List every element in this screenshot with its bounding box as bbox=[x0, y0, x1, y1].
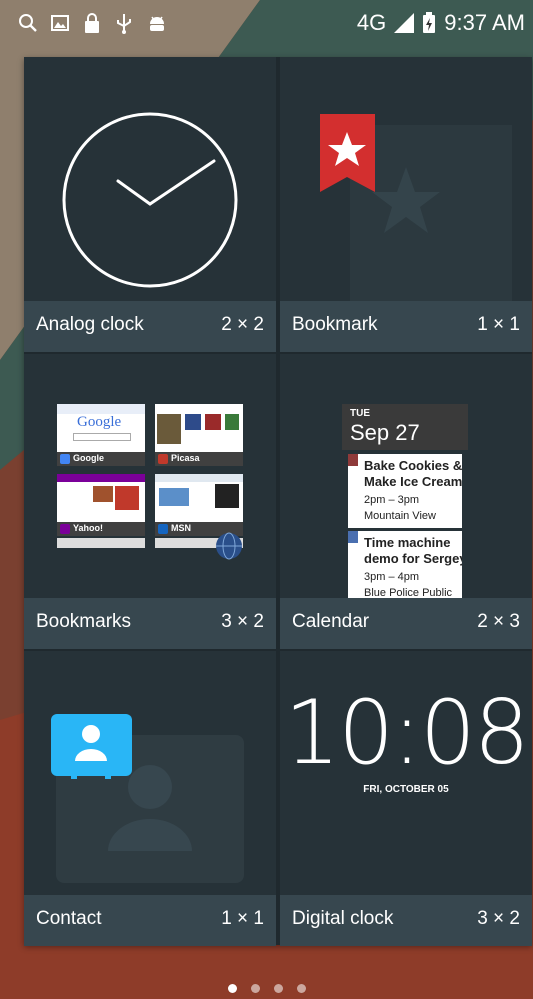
event-title: Time machine bbox=[364, 535, 451, 550]
calendar-card: TUE Sep 27 Bake Cookies & Make Ice Cream… bbox=[342, 404, 468, 598]
widget-footer: Analog clock 2 × 2 bbox=[24, 301, 276, 352]
widget-size: 2 × 3 bbox=[477, 611, 520, 632]
widget-digital-clock[interactable]: 10:08 FRI, OCTOBER 05 Digital clock 3 × … bbox=[280, 651, 532, 946]
widget-footer: Bookmark 1 × 1 bbox=[280, 301, 532, 352]
calendar-event: Time machine demo for Sergey 3pm – 4pm B… bbox=[348, 531, 462, 598]
widget-bookmark[interactable]: Bookmark 1 × 1 bbox=[280, 57, 532, 352]
widget-size: 3 × 2 bbox=[221, 611, 264, 632]
search-icon bbox=[19, 14, 37, 32]
row-divider bbox=[24, 352, 532, 354]
widget-name: Digital clock bbox=[292, 908, 394, 929]
bookmark-label: Picasa bbox=[171, 453, 200, 463]
widget-size: 1 × 1 bbox=[477, 314, 520, 335]
digital-clock-preview: 10:08 FRI, OCTOBER 05 bbox=[280, 651, 532, 895]
android-icon bbox=[150, 16, 164, 31]
widget-name: Analog clock bbox=[36, 314, 144, 335]
network-type: 4G bbox=[356, 10, 387, 35]
event-title: Make Ice Cream bbox=[364, 474, 462, 489]
widget-analog-clock[interactable]: Analog clock 2 × 2 bbox=[24, 57, 276, 352]
widget-name: Bookmark bbox=[292, 314, 378, 335]
calendar-header: TUE Sep 27 bbox=[342, 404, 468, 450]
row-divider bbox=[24, 649, 532, 651]
google-logo: Google bbox=[77, 414, 122, 430]
bookmark-label: Google bbox=[73, 453, 104, 463]
image-icon bbox=[51, 15, 69, 31]
lock-icon bbox=[85, 13, 99, 33]
widget-bookmarks[interactable]: Google Google Picasa Yahoo! MSN Bookmark… bbox=[24, 354, 276, 649]
bookmark-label: Yahoo! bbox=[73, 523, 104, 533]
widget-name: Calendar bbox=[292, 611, 370, 632]
page-dot[interactable] bbox=[227, 984, 237, 993]
widget-name: Bookmarks bbox=[36, 611, 132, 632]
widget-calendar[interactable]: TUE Sep 27 Bake Cookies & Make Ice Cream… bbox=[280, 354, 532, 649]
page-dot[interactable] bbox=[250, 984, 260, 993]
event-place: Blue Police Public bbox=[364, 587, 453, 598]
page-dot[interactable] bbox=[296, 984, 306, 993]
usb-icon bbox=[117, 14, 131, 34]
page-dot[interactable] bbox=[273, 984, 283, 993]
contact-preview bbox=[24, 651, 276, 895]
widget-footer: Bookmarks 3 × 2 bbox=[24, 598, 276, 649]
event-time: 2pm – 3pm bbox=[364, 494, 420, 506]
bookmark-thumb-partial bbox=[57, 538, 145, 548]
analog-clock-icon bbox=[62, 112, 238, 288]
event-title: Bake Cookies & bbox=[364, 458, 462, 473]
battery-charging-icon bbox=[423, 12, 436, 33]
calendar-day: TUE bbox=[350, 408, 370, 419]
widget-footer: Digital clock 3 × 2 bbox=[280, 895, 532, 946]
analog-clock-preview bbox=[24, 57, 276, 301]
status-bar: 4G 9:37 AM bbox=[0, 0, 533, 48]
widget-footer: Contact 1 × 1 bbox=[24, 895, 276, 946]
signal-icon bbox=[394, 13, 415, 33]
widget-size: 3 × 2 bbox=[477, 908, 520, 929]
calendar-event: Bake Cookies & Make Ice Cream 2pm – 3pm … bbox=[348, 454, 462, 528]
bookmark-icon bbox=[320, 114, 512, 301]
globe-icon bbox=[216, 532, 242, 560]
status-time: 9:37 AM bbox=[444, 10, 525, 35]
page-indicator bbox=[0, 984, 533, 993]
bookmark-thumb-google: Google Google bbox=[57, 404, 145, 466]
column-divider bbox=[276, 57, 280, 945]
bookmark-preview bbox=[280, 57, 532, 301]
digital-clock-date: FRI, OCTOBER 05 bbox=[363, 784, 449, 795]
widget-footer: Calendar 2 × 3 bbox=[280, 598, 532, 649]
widget-size: 1 × 1 bbox=[221, 908, 264, 929]
widget-contact[interactable]: Contact 1 × 1 bbox=[24, 651, 276, 946]
event-title: demo for Sergey bbox=[364, 551, 462, 566]
widget-name: Contact bbox=[36, 908, 102, 929]
bookmark-thumb-msn: MSN bbox=[155, 474, 243, 536]
widget-picker-panel: Analog clock 2 × 2 Bookmark 1 × 1 Google bbox=[24, 57, 532, 946]
bookmark-thumb-picasa: Picasa bbox=[155, 404, 243, 466]
bookmarks-preview: Google Google Picasa Yahoo! MSN bbox=[24, 354, 276, 598]
bookmark-thumb-yahoo: Yahoo! bbox=[57, 474, 145, 536]
calendar-preview: TUE Sep 27 Bake Cookies & Make Ice Cream… bbox=[280, 354, 532, 598]
widget-size: 2 × 2 bbox=[221, 314, 264, 335]
bookmark-label: MSN bbox=[171, 523, 191, 533]
event-place: Mountain View bbox=[364, 510, 436, 522]
digital-clock-time: 10:08 bbox=[284, 681, 530, 784]
event-time: 3pm – 4pm bbox=[364, 571, 420, 583]
contact-icon bbox=[51, 714, 244, 883]
calendar-date: Sep 27 bbox=[350, 420, 420, 445]
